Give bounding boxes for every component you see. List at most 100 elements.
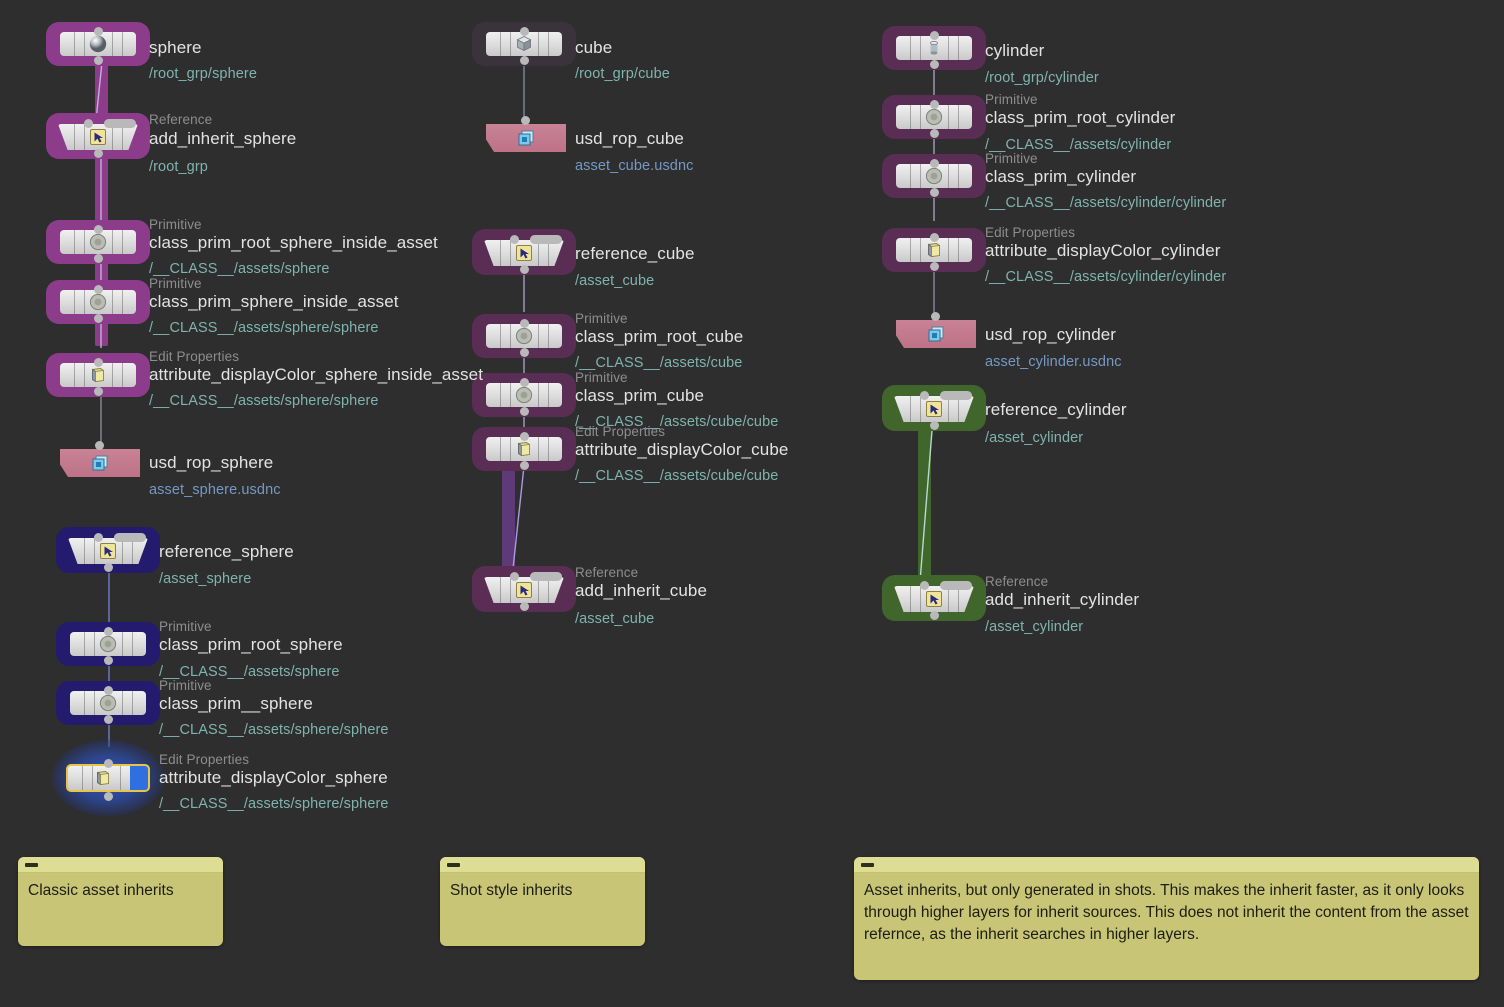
input-connector[interactable] [520,27,529,36]
input-connector[interactable] [930,159,939,168]
node-attribute-displaycolor-sphere[interactable] [52,740,164,816]
input-connector[interactable] [94,358,103,367]
secondary-input-connector[interactable] [530,235,562,244]
minimize-icon[interactable] [447,863,460,867]
output-connector[interactable] [520,265,529,274]
output-connector[interactable] [104,715,113,724]
output-connector[interactable] [104,792,113,801]
input-connector[interactable] [94,27,103,36]
output-connector[interactable] [104,656,113,665]
input-connector[interactable] [510,572,519,581]
output-connector[interactable] [94,387,103,396]
input-connector[interactable] [520,319,529,328]
node-label-type: Reference [575,565,639,580]
input-connector[interactable] [930,100,939,109]
node-label-path: /__CLASS__/assets/cube/cube [575,468,779,484]
reference-arrow-icon [515,244,534,263]
input-connector[interactable] [104,627,113,636]
node-label-path: /root_grp [149,159,208,175]
input-connector[interactable] [930,233,939,242]
input-connector[interactable] [510,235,519,244]
node-class-prim-cylinder[interactable] [882,154,986,198]
node-sphere[interactable] [46,22,150,66]
output-connector[interactable] [520,602,529,611]
node-reference-cube[interactable] [472,229,576,275]
note-titlebar[interactable] [18,857,223,873]
output-connector[interactable] [930,421,939,430]
secondary-input-connector[interactable] [940,391,972,400]
node-label-path: /root_grp/cube [575,66,670,82]
output-connector[interactable] [520,56,529,65]
input-connector[interactable] [95,441,104,450]
node-class-prim-root-cube[interactable] [472,314,576,358]
input-connector[interactable] [104,686,113,695]
node-body[interactable] [896,320,976,348]
edit-properties-icon [515,440,534,459]
input-connector[interactable] [84,119,93,128]
node-label-path: /asset_cube [575,611,655,627]
sticky-note-shot-style-inherits[interactable]: Shot style inherits [440,857,645,946]
input-connector[interactable] [94,533,103,542]
node-usd-rop-cylinder[interactable] [896,312,976,348]
node-reference-cylinder[interactable] [882,385,986,431]
input-connector[interactable] [104,759,113,768]
input-connector[interactable] [520,378,529,387]
node-reference-sphere[interactable] [56,527,160,573]
input-connector[interactable] [520,432,529,441]
output-connector[interactable] [520,407,529,416]
node-class-prim-root-cylinder[interactable] [882,95,986,139]
node-attribute-displaycolor-cube[interactable] [472,427,576,471]
output-connector[interactable] [520,348,529,357]
node-usd-rop-sphere[interactable] [60,441,140,477]
output-connector[interactable] [94,254,103,263]
input-connector[interactable] [920,581,929,590]
input-connector[interactable] [930,31,939,40]
minimize-icon[interactable] [25,863,38,867]
node-add-inherit-cube[interactable] [472,566,576,612]
node-class-prim-sphere-inside-asset[interactable] [46,280,150,324]
input-connector[interactable] [931,312,940,321]
minimize-icon[interactable] [861,863,874,867]
input-connector[interactable] [920,391,929,400]
output-connector[interactable] [94,56,103,65]
note-titlebar[interactable] [440,857,645,873]
input-connector[interactable] [94,225,103,234]
output-connector[interactable] [520,461,529,470]
node-body[interactable] [66,764,150,792]
sticky-note-classic-asset-inherits[interactable]: Classic asset inherits [18,857,223,946]
output-connector[interactable] [930,129,939,138]
output-connector[interactable] [104,563,113,572]
node-add-inherit-sphere[interactable] [46,113,150,159]
node-class-prim-sphere[interactable] [56,681,160,725]
output-connector[interactable] [94,314,103,323]
input-connector[interactable] [521,116,530,125]
node-class-prim-root-sphere-inside-asset[interactable] [46,220,150,264]
output-connector[interactable] [94,149,103,158]
node-add-inherit-cylinder[interactable] [882,575,986,621]
note-titlebar[interactable] [854,857,1479,873]
node-body[interactable] [60,449,140,477]
node-label-name: class_prim_cylinder [985,167,1137,186]
secondary-input-connector[interactable] [530,572,562,581]
secondary-input-connector[interactable] [114,533,146,542]
node-attribute-displaycolor-sphere-inside-asset[interactable] [46,353,150,397]
secondary-input-connector[interactable] [940,581,972,590]
output-connector[interactable] [930,188,939,197]
output-connector[interactable] [930,611,939,620]
node-class-prim-cube[interactable] [472,373,576,417]
secondary-input-connector[interactable] [104,119,136,128]
node-cube[interactable] [472,22,576,66]
output-connector[interactable] [930,262,939,271]
node-label-file: asset_cube.usdnc [575,158,694,174]
node-graph-canvas[interactable]: sphere /root_grp/sphere Reference add_in… [0,0,1504,1007]
input-connector[interactable] [94,285,103,294]
node-usd-rop-cube[interactable] [486,116,566,152]
node-label-file: asset_cylinder.usdnc [985,354,1122,370]
sticky-note-asset-inherits-shots[interactable]: Asset inherits, but only generated in sh… [854,857,1479,980]
output-connector[interactable] [930,60,939,69]
node-class-prim-root-sphere[interactable] [56,622,160,666]
node-label-name: usd_rop_cube [575,129,684,148]
node-body[interactable] [486,124,566,152]
node-cylinder[interactable] [882,26,986,70]
node-attribute-displaycolor-cylinder[interactable] [882,228,986,272]
